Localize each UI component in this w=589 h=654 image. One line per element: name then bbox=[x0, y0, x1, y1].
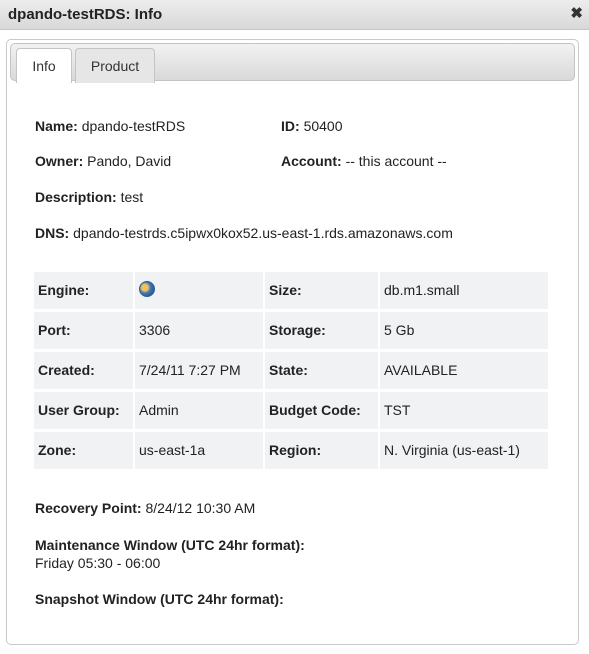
port-value: 3306 bbox=[135, 312, 263, 349]
dns-label: DNS: bbox=[35, 225, 70, 241]
name-value: dpando-testRDS bbox=[81, 118, 186, 134]
size-label: Size: bbox=[265, 272, 378, 309]
dns-row: DNS: dpando-testrds.c5ipwx0kox52.us-east… bbox=[35, 225, 453, 241]
account-value: -- this account -- bbox=[345, 153, 447, 169]
usergroup-label: User Group: bbox=[34, 392, 133, 429]
region-value: N. Virginia (us-east-1) bbox=[380, 432, 548, 469]
budget-label: Budget Code: bbox=[265, 392, 378, 429]
zone-value: us-east-1a bbox=[135, 432, 263, 469]
usergroup-value: Admin bbox=[135, 392, 263, 429]
maintenance-value: Friday 05:30 - 06:00 bbox=[35, 555, 161, 571]
close-icon[interactable]: ✖ bbox=[570, 6, 583, 22]
description-value: test bbox=[120, 189, 144, 205]
maintenance-label-text: Maintenance Window (UTC 24hr format): bbox=[35, 537, 305, 553]
created-label: Created: bbox=[34, 352, 133, 389]
dns-value: dpando-testrds.c5ipwx0kox52.us-east-1.rd… bbox=[73, 225, 453, 241]
recovery-row: Recovery Point: 8/24/12 10:30 AM bbox=[35, 500, 255, 516]
state-value: AVAILABLE bbox=[380, 352, 548, 389]
storage-label: Storage: bbox=[265, 312, 378, 349]
name-label: Name: bbox=[35, 118, 78, 134]
description-label: Description: bbox=[35, 189, 117, 205]
budget-value: TST bbox=[380, 392, 548, 429]
tab-bar: Info Product bbox=[10, 43, 575, 83]
info-dialog: dpando-testRDS: Info ✖ Info Product Name… bbox=[0, 0, 589, 654]
engine-value bbox=[135, 272, 263, 309]
owner-label: Owner: bbox=[35, 153, 84, 169]
owner-row: Owner: Pando, David bbox=[35, 153, 171, 169]
engine-label: Engine: bbox=[34, 272, 133, 309]
zone-label: Zone: bbox=[34, 432, 133, 469]
id-value: 50400 bbox=[303, 118, 343, 134]
tab-product[interactable]: Product bbox=[75, 48, 155, 83]
snapshot-label: Snapshot Window (UTC 24hr format): bbox=[35, 591, 284, 607]
maintenance-label: Maintenance Window (UTC 24hr format): bbox=[35, 537, 305, 553]
dialog-titlebar[interactable]: dpando-testRDS: Info ✖ bbox=[0, 0, 589, 30]
name-row: Name: dpando-testRDS bbox=[35, 118, 185, 134]
account-row: Account: -- this account -- bbox=[281, 153, 447, 169]
size-value: db.m1.small bbox=[380, 272, 548, 309]
id-row: ID: 50400 bbox=[281, 118, 343, 134]
storage-value: 5 Gb bbox=[380, 312, 548, 349]
created-value: 7/24/11 7:27 PM bbox=[135, 352, 263, 389]
recovery-value: 8/24/12 10:30 AM bbox=[145, 500, 256, 516]
recovery-label: Recovery Point: bbox=[35, 500, 142, 516]
database-engine-icon bbox=[139, 281, 155, 298]
port-label: Port: bbox=[34, 312, 133, 349]
dialog-title: dpando-testRDS: Info bbox=[8, 6, 163, 23]
owner-value: Pando, David bbox=[87, 153, 172, 169]
snapshot-row: Snapshot Window (UTC 24hr format): bbox=[35, 591, 284, 607]
id-label: ID: bbox=[281, 118, 300, 134]
description-row: Description: test bbox=[35, 189, 143, 205]
account-label: Account: bbox=[281, 153, 342, 169]
state-label: State: bbox=[265, 352, 378, 389]
tab-info[interactable]: Info bbox=[16, 48, 72, 83]
region-label: Region: bbox=[265, 432, 378, 469]
